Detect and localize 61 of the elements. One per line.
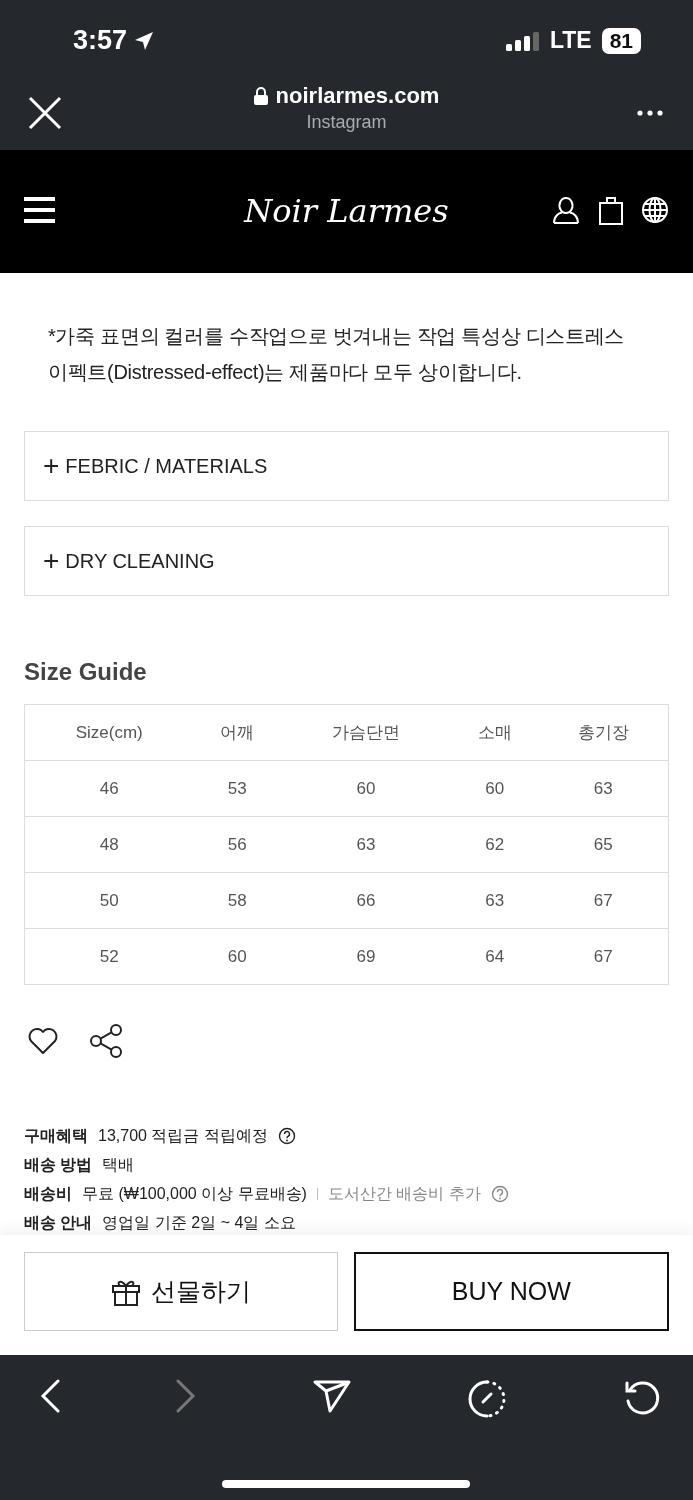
info-value: 영업일 기준 2일 ~ 4일 소요 [102, 1212, 296, 1233]
table-cell: 53 [193, 760, 281, 817]
table-cell: 65 [538, 816, 669, 873]
battery-indicator: 81 [601, 27, 641, 54]
column-header: 어깨 [193, 704, 281, 761]
more-icon[interactable] [637, 109, 663, 116]
heart-icon[interactable] [27, 1027, 59, 1055]
info-label: 배송 안내 [24, 1212, 93, 1233]
buy-now-button[interactable]: BUY NOW [353, 1252, 669, 1331]
table-cell: 63 [451, 872, 539, 929]
info-value: 무료 (₩100,000 이상 무료배송) [82, 1183, 307, 1204]
table-cell: 67 [538, 928, 669, 985]
table-cell: 60 [451, 760, 539, 817]
close-icon[interactable] [28, 95, 62, 130]
accordion-header[interactable]: + DRY CLEANING [24, 526, 669, 596]
back-icon[interactable] [40, 1379, 60, 1413]
info-extra: 도서산간 배송비 추가 [327, 1183, 481, 1204]
table-cell: 46 [24, 760, 194, 817]
location-arrow-icon [133, 29, 156, 52]
table-cell: 56 [193, 816, 281, 873]
page-domain: noirlarmes.com [275, 83, 440, 109]
info-label: 배송비 [24, 1183, 72, 1204]
user-icon[interactable] [551, 194, 581, 225]
menu-icon[interactable] [24, 196, 55, 223]
signal-icon [505, 30, 540, 51]
column-header: 총기장 [538, 704, 669, 761]
description-note: *가죽 표면의 컬러를 수작업으로 벗겨내는 작업 특성상 디스트레스 이펙트(Distressed-effect)는 제품마다 모두 상이합니다. [47, 324, 626, 385]
table-cell: 58 [193, 872, 281, 929]
section-title: Size Guide [24, 658, 148, 686]
shopping-bag-icon[interactable] [599, 194, 623, 225]
network-label: LTE [549, 27, 592, 54]
table-cell: 60 [280, 760, 451, 817]
speed-dial-icon[interactable] [466, 1379, 507, 1419]
info-label: 구매혜택 [24, 1125, 88, 1146]
table-cell: 63 [280, 816, 451, 873]
globe-icon[interactable] [641, 195, 669, 224]
table-cell: 62 [451, 816, 539, 873]
table-cell: 60 [193, 928, 281, 985]
share-icon[interactable] [89, 1023, 125, 1059]
gift-button[interactable]: 선물하기 [24, 1252, 338, 1331]
table-cell: 64 [451, 928, 539, 985]
reload-icon[interactable] [623, 1379, 661, 1417]
table-cell: 67 [538, 872, 669, 929]
table-cell: 48 [24, 816, 194, 873]
table-cell: 66 [280, 872, 451, 929]
accordion-header[interactable]: + FEBRIC / MATERIALS [24, 431, 669, 501]
status-time: 3:57 [73, 25, 128, 56]
info-value: 택배 [102, 1154, 135, 1175]
help-icon[interactable] [277, 1127, 296, 1145]
send-icon[interactable] [312, 1379, 351, 1413]
table-cell: 50 [24, 872, 194, 929]
table-cell: 52 [24, 928, 194, 985]
info-value: 13,700 적립금 적립예정 [98, 1125, 268, 1146]
info-label: 배송 방법 [24, 1154, 93, 1175]
page-source: Instagram [306, 112, 387, 133]
column-header: 소매 [451, 704, 539, 761]
table-cell: 69 [280, 928, 451, 985]
table-cell: 63 [538, 760, 669, 817]
column-header: 가슴단면 [280, 704, 451, 761]
lock-icon [253, 87, 268, 105]
column-header: Size(cm) [24, 704, 194, 761]
